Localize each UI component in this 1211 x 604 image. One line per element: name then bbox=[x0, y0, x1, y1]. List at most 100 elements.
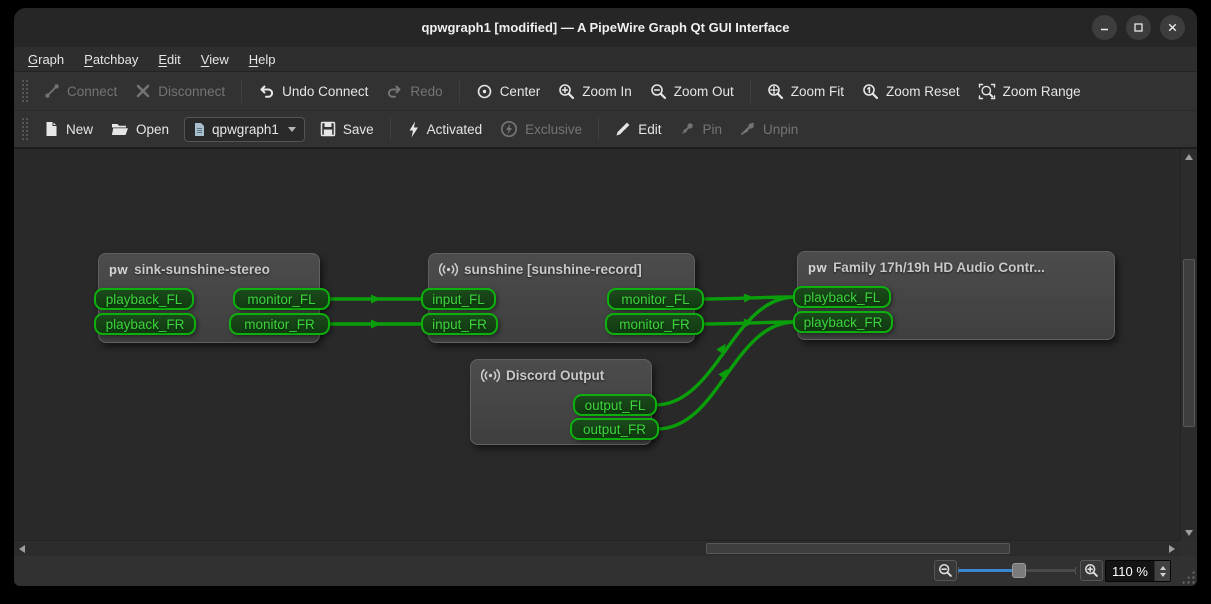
session-dropdown[interactable]: qpwgraph1 bbox=[184, 117, 305, 142]
unpin-icon bbox=[740, 121, 756, 137]
disconnect-button[interactable]: Disconnect bbox=[126, 77, 234, 105]
port-monitor-fl[interactable]: monitor_FL bbox=[607, 288, 704, 310]
minimize-icon bbox=[1099, 22, 1110, 33]
vertical-scroll-thumb[interactable] bbox=[1183, 259, 1195, 427]
activated-button[interactable]: Activated bbox=[398, 115, 492, 143]
redo-icon bbox=[386, 83, 403, 99]
port-monitor-fr[interactable]: monitor_FR bbox=[605, 313, 704, 335]
open-button[interactable]: Open bbox=[102, 115, 178, 143]
vertical-scrollbar[interactable] bbox=[1180, 149, 1197, 541]
disconnect-icon bbox=[135, 83, 151, 99]
port-playback-fl[interactable]: playback_FL bbox=[94, 288, 194, 310]
new-file-icon bbox=[44, 121, 59, 137]
toolbar-separator bbox=[598, 117, 599, 141]
resize-grip[interactable] bbox=[1181, 570, 1195, 584]
minimize-button[interactable] bbox=[1092, 15, 1117, 40]
menu-edit[interactable]: Edit bbox=[148, 49, 190, 70]
toolbar-separator bbox=[750, 79, 751, 103]
arrow-up-icon bbox=[1185, 154, 1193, 160]
scroll-down-button[interactable] bbox=[1181, 525, 1197, 541]
center-button[interactable]: Center bbox=[467, 77, 550, 105]
horizontal-scrollbar[interactable] bbox=[14, 540, 1180, 556]
port-playback-fl[interactable]: playback_FL bbox=[793, 286, 891, 308]
menu-view[interactable]: View bbox=[191, 49, 239, 70]
unpin-button[interactable]: Unpin bbox=[731, 115, 807, 143]
port-monitor-fr[interactable]: monitor_FR bbox=[229, 313, 330, 335]
port-input-fl[interactable]: input_FL bbox=[421, 288, 496, 310]
save-icon bbox=[320, 121, 336, 137]
toolbar-separator bbox=[241, 79, 242, 103]
zoom-fit-icon bbox=[767, 83, 784, 100]
edit-button[interactable]: Edit bbox=[606, 115, 670, 143]
zoom-in-button[interactable]: Zoom In bbox=[549, 77, 641, 105]
scroll-right-button[interactable] bbox=[1164, 541, 1180, 557]
close-button[interactable] bbox=[1160, 15, 1185, 40]
wires-layer bbox=[14, 149, 1180, 541]
connect-icon bbox=[44, 83, 60, 99]
zoom-in-icon bbox=[1084, 563, 1099, 578]
new-button[interactable]: New bbox=[35, 115, 102, 143]
connect-button[interactable]: Connect bbox=[35, 77, 126, 105]
scroll-left-button[interactable] bbox=[14, 541, 30, 557]
exclusive-bolt-circle-icon bbox=[500, 120, 518, 138]
spin-down-button[interactable] bbox=[1160, 573, 1166, 577]
chevron-down-icon bbox=[288, 127, 296, 132]
port-output-fl[interactable]: output_FL bbox=[573, 394, 657, 416]
port-output-fr[interactable]: output_FR bbox=[570, 418, 659, 440]
port-playback-fr[interactable]: playback_FR bbox=[793, 311, 893, 333]
zoom-out-icon bbox=[650, 83, 667, 100]
pencil-icon bbox=[615, 121, 631, 137]
toolbar-drag-handle[interactable] bbox=[21, 117, 29, 141]
menu-graph[interactable]: Graph bbox=[18, 49, 74, 70]
zoom-reset-icon bbox=[862, 83, 879, 100]
toolbar-separator bbox=[390, 117, 391, 141]
horizontal-scroll-thumb[interactable] bbox=[706, 543, 1010, 554]
arrow-left-icon bbox=[19, 545, 25, 553]
spin-up-button[interactable] bbox=[1160, 566, 1166, 570]
slider-fill bbox=[958, 569, 1019, 572]
zoom-out-button[interactable]: Zoom Out bbox=[641, 77, 743, 105]
maximize-button[interactable] bbox=[1126, 15, 1151, 40]
session-file-icon bbox=[193, 122, 206, 137]
title-bar[interactable]: qpwgraph1 [modified] — A PipeWire Graph … bbox=[14, 8, 1197, 47]
session-name: qpwgraph1 bbox=[212, 122, 279, 137]
toolbar-drag-handle[interactable] bbox=[21, 79, 29, 103]
menu-help[interactable]: Help bbox=[239, 49, 286, 70]
activated-bolt-icon bbox=[407, 121, 420, 138]
zoom-reset-button[interactable]: Zoom Reset bbox=[853, 77, 969, 105]
scroll-up-button[interactable] bbox=[1181, 149, 1197, 165]
pin-button[interactable]: Pin bbox=[670, 115, 731, 143]
graph-viewport[interactable]: pw sink-sunshine-stereo sunshine [sunshi… bbox=[14, 149, 1180, 541]
open-folder-icon bbox=[111, 121, 129, 137]
status-zoom-out-button[interactable] bbox=[934, 560, 957, 581]
pin-icon bbox=[679, 121, 695, 137]
center-icon bbox=[476, 83, 493, 100]
port-playback-fr[interactable]: playback_FR bbox=[94, 313, 196, 335]
redo-button[interactable]: Redo bbox=[377, 77, 451, 105]
save-button[interactable]: Save bbox=[311, 115, 383, 143]
undo-icon bbox=[258, 83, 275, 99]
menu-bar: Graph Patchbay Edit View Help bbox=[14, 47, 1197, 72]
port-monitor-fl[interactable]: monitor_FL bbox=[233, 288, 330, 310]
zoom-fit-button[interactable]: Zoom Fit bbox=[758, 77, 853, 105]
zoom-percent-spinbox[interactable]: 110 % bbox=[1105, 560, 1171, 582]
slider-handle[interactable] bbox=[1012, 563, 1026, 578]
status-zoom-in-button[interactable] bbox=[1080, 560, 1103, 581]
undo-connect-button[interactable]: Undo Connect bbox=[249, 77, 377, 105]
arrow-down-icon bbox=[1185, 530, 1193, 536]
zoom-in-icon bbox=[558, 83, 575, 100]
spin-buttons bbox=[1154, 561, 1170, 581]
zoom-out-icon bbox=[938, 563, 953, 578]
port-input-fr[interactable]: input_FR bbox=[421, 313, 498, 335]
scrollbar-corner bbox=[1180, 540, 1197, 556]
close-icon bbox=[1167, 22, 1178, 33]
toolbar-separator bbox=[459, 79, 460, 103]
menu-patchbay[interactable]: Patchbay bbox=[74, 49, 148, 70]
status-bar: 110 % bbox=[14, 556, 1197, 586]
app-window: qpwgraph1 [modified] — A PipeWire Graph … bbox=[14, 8, 1197, 586]
exclusive-button[interactable]: Exclusive bbox=[491, 115, 591, 143]
zoom-slider[interactable] bbox=[958, 560, 1076, 581]
zoom-range-button[interactable]: Zoom Range bbox=[969, 77, 1090, 105]
file-toolbar: New Open qpwgraph1 Save Activated Exclus… bbox=[14, 111, 1197, 148]
arrow-right-icon bbox=[1169, 545, 1175, 553]
